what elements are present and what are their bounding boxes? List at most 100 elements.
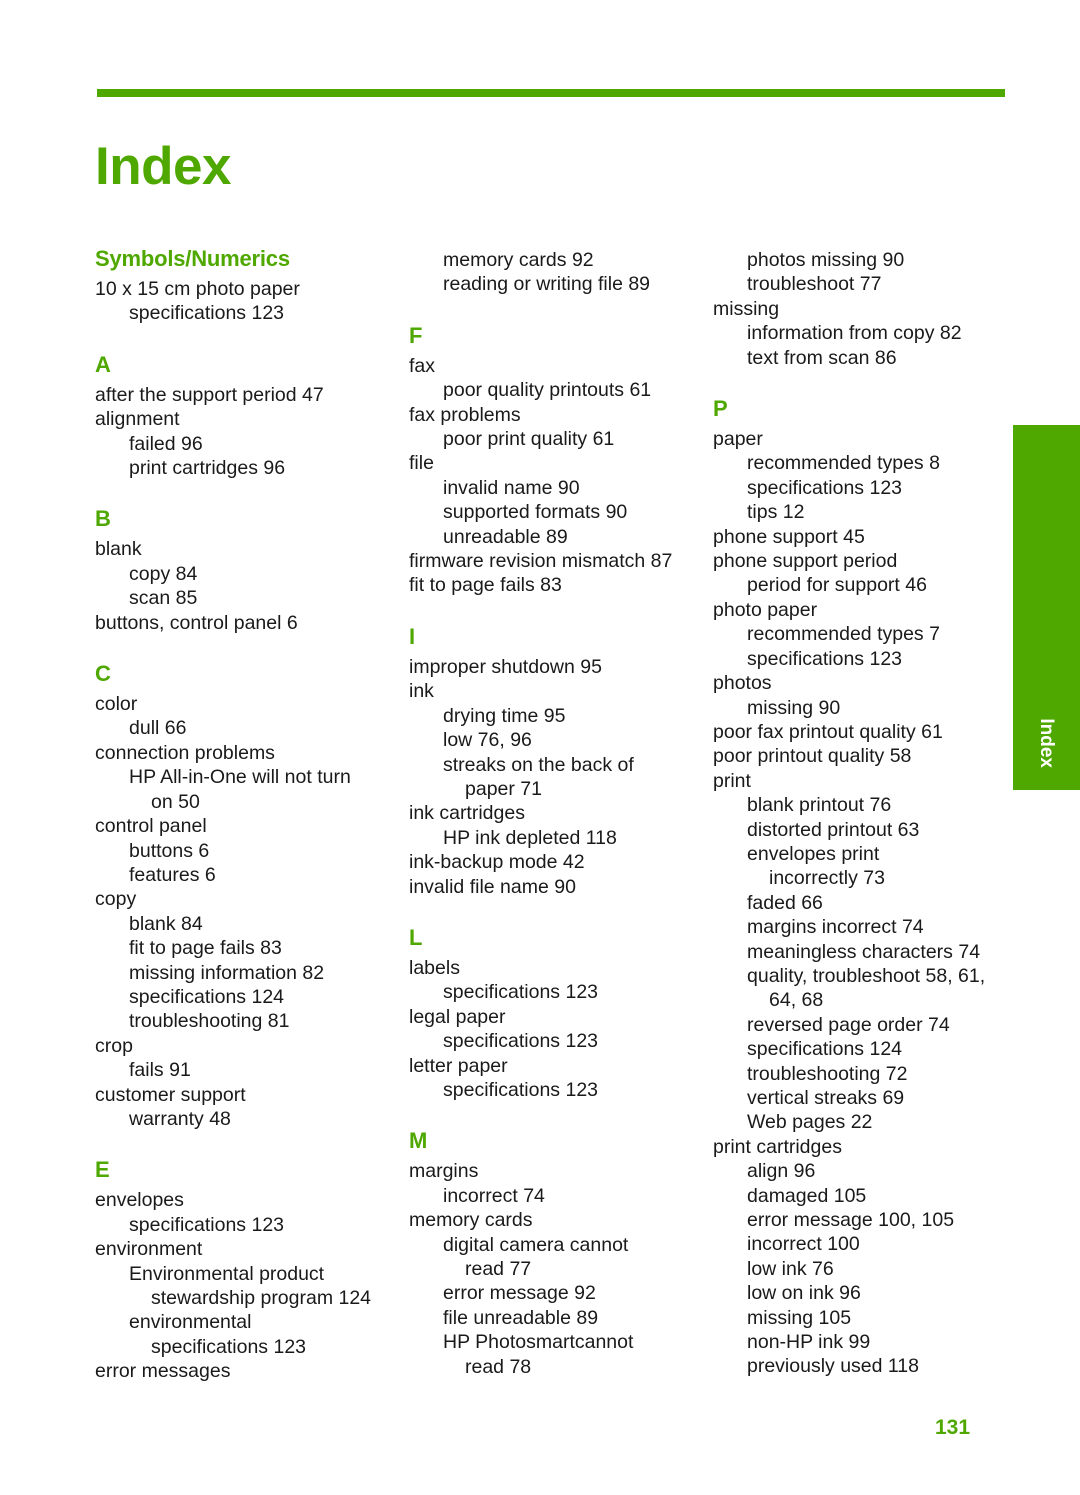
index-section: Llabels specifications 123 legal paper spec…	[409, 924, 691, 1102]
index-columns: Symbols/Numerics 10 x 15 cm photo paper sp…	[95, 248, 1007, 1412]
index-entry: poor fax printout quality 61	[713, 720, 943, 743]
index-entry: blank printout 76	[747, 794, 892, 817]
index-entry: distorted printout 63	[747, 818, 920, 841]
index-entry: copy 84	[129, 562, 198, 585]
index-entry: stewardship program 124	[151, 1287, 372, 1309]
index-entry: fax problems	[409, 403, 521, 426]
section-letter-heading: Symbols/Numerics	[95, 246, 290, 271]
index-entry: missing 90	[747, 696, 841, 719]
index-entry: environmental	[129, 1311, 252, 1334]
index-entry: phone support 45	[713, 525, 865, 548]
index-entry: HP All-in-One will not turn	[129, 766, 351, 789]
section-letter-heading: P	[713, 396, 728, 422]
index-entry: specifications 123	[747, 647, 903, 670]
index-entry: paper 71	[465, 777, 542, 800]
index-entry: poor printout quality 58	[713, 745, 912, 768]
index-entry: specifications 123	[747, 476, 903, 499]
index-entry: dull 66	[129, 717, 187, 740]
index-entry: phone support period	[713, 550, 898, 573]
index-entry: reversed page order 74	[747, 1013, 950, 1036]
index-entry: after the support period 47	[95, 383, 324, 406]
section-letter-heading: A	[95, 351, 111, 377]
index-section: Ccolor dull 66 connection problems HP All-i…	[95, 663, 387, 1131]
index-entry: scan 85	[129, 587, 198, 610]
index-entry: control panel	[95, 815, 207, 838]
index-entry: streaks on the back of	[443, 753, 634, 776]
index-entry: 64, 68	[769, 989, 824, 1012]
index-section: Eenvelopes specifications 123 environment E…	[95, 1159, 387, 1383]
index-entry: copy	[95, 888, 137, 911]
index-entry: alignment	[95, 408, 180, 431]
index-entry: vertical streaks 69	[747, 1087, 905, 1109]
index-entry: memory cards	[409, 1209, 533, 1232]
index-entry: failed 96	[129, 432, 203, 455]
index-page: Index Index Symbols/Numerics 10 x 15 cm p…	[0, 0, 1080, 1495]
index-entry: specifications 123	[443, 981, 599, 1004]
index-entry: color	[95, 693, 138, 716]
index-entry: fit to page fails 83	[409, 574, 562, 597]
index-entry: align 96	[747, 1160, 816, 1183]
index-entry: error message 100, 105	[747, 1209, 955, 1232]
index-entry: 10 x 15 cm photo paper	[95, 278, 300, 300]
index-entry: quality, troubleshoot 58, 61,	[747, 964, 986, 987]
index-entry: missing	[713, 297, 780, 320]
index-entry: period for support 46	[747, 574, 927, 597]
index-entry: specifications 123	[151, 1335, 307, 1358]
index-section: photos missing 90 troubleshoot 77 missing i…	[713, 248, 995, 370]
index-entry: blank 84	[129, 912, 203, 935]
section-letter-heading: L	[409, 924, 423, 950]
index-entry: print cartridges 96	[129, 457, 286, 480]
index-entry: HP Photosmartcannot	[443, 1331, 634, 1354]
index-entry: troubleshoot 77	[747, 273, 882, 296]
index-entry: crop	[95, 1034, 133, 1057]
index-entry: ink-backup mode 42	[409, 851, 585, 874]
index-section: memory cards 92 reading or writing file 8…	[409, 248, 691, 297]
index-entry: specifications 123	[129, 302, 285, 325]
index-entry: troubleshooting 81	[129, 1010, 290, 1033]
index-entry: buttons 6	[129, 839, 210, 862]
index-entry: ink	[409, 680, 434, 703]
index-entry: low ink 76	[747, 1257, 834, 1280]
index-entry: features 6	[129, 863, 216, 886]
index-entry: buttons, control panel 6	[95, 611, 298, 634]
section-letter-heading: E	[95, 1157, 110, 1183]
index-entry: non-HP ink 99	[747, 1331, 871, 1354]
index-entry: tips 12	[747, 501, 805, 524]
index-entry: poor print quality 61	[443, 428, 615, 451]
index-entry: ink cartridges	[409, 802, 525, 825]
index-entry: HP ink depleted 118	[443, 826, 617, 849]
index-entry: troubleshooting 72	[747, 1062, 908, 1085]
index-entry: legal paper	[409, 1005, 506, 1028]
side-tab-label: Index	[1036, 718, 1058, 768]
index-entry: specifications 123	[443, 1030, 599, 1053]
index-entry: file	[409, 452, 434, 475]
index-entry: photos	[713, 672, 772, 695]
index-entry: specifications 123	[129, 1213, 285, 1236]
index-entry: digital camera cannot	[443, 1233, 629, 1256]
index-entry: margins incorrect 74	[747, 916, 924, 939]
index-entry: low on ink 96	[747, 1282, 861, 1305]
page-title: Index	[95, 136, 231, 196]
index-entry: invalid file name 90	[409, 875, 576, 898]
index-entry: specifications 123	[443, 1078, 599, 1101]
index-entry: information from copy 82	[747, 322, 962, 345]
header-rule	[97, 89, 1005, 97]
column-2: memory cards 92 reading or writing file 8…	[399, 248, 703, 1412]
index-entry: on 50	[151, 790, 200, 813]
index-entry: recommended types 7	[747, 623, 940, 646]
index-entry: envelopes print	[747, 842, 880, 865]
column-3: photos missing 90 troubleshoot 77 missing i…	[703, 248, 1007, 1412]
section-letter-heading: M	[409, 1128, 428, 1154]
index-entry: fails 91	[129, 1059, 191, 1082]
index-entry: faded 66	[747, 891, 823, 914]
index-entry: supported formats 90	[443, 501, 628, 524]
index-entry: error messages	[95, 1360, 231, 1383]
index-section: Ppaper recommended types 8 specifications …	[713, 398, 995, 1379]
index-entry: recommended types 8	[747, 452, 940, 475]
index-entry: incorrect 100	[747, 1233, 860, 1256]
index-section: Ffax poor quality printouts 61 fax problem…	[409, 324, 691, 598]
index-entry: error message 92	[443, 1282, 596, 1305]
index-entry: letter paper	[409, 1054, 508, 1077]
index-section: Aafter the support period 47 alignment fai…	[95, 351, 387, 481]
index-entry: file unreadable 89	[443, 1306, 599, 1329]
